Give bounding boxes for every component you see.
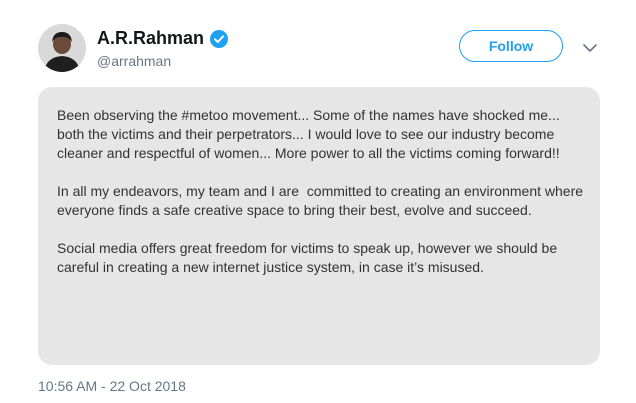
display-name-text[interactable]: A.R.Rahman [97, 28, 204, 49]
avatar[interactable] [38, 24, 86, 72]
tweet-text-card: Been observing the #metoo movement... So… [38, 87, 600, 365]
user-handle[interactable]: @arrahman [97, 53, 171, 69]
follow-button[interactable]: Follow [459, 30, 563, 62]
tweet-paragraph: Been observing the #metoo movement... So… [57, 107, 564, 161]
chevron-down-icon[interactable] [580, 38, 600, 58]
tweet-paragraph: In all my endeavors, my team and I are c… [57, 183, 587, 218]
verified-badge-icon [210, 29, 229, 48]
display-name[interactable]: A.R.Rahman [97, 28, 229, 49]
tweet-timestamp[interactable]: 10:56 AM - 22 Oct 2018 [38, 378, 186, 394]
tweet-paragraph: Social media offers great freedom for vi… [57, 240, 561, 275]
